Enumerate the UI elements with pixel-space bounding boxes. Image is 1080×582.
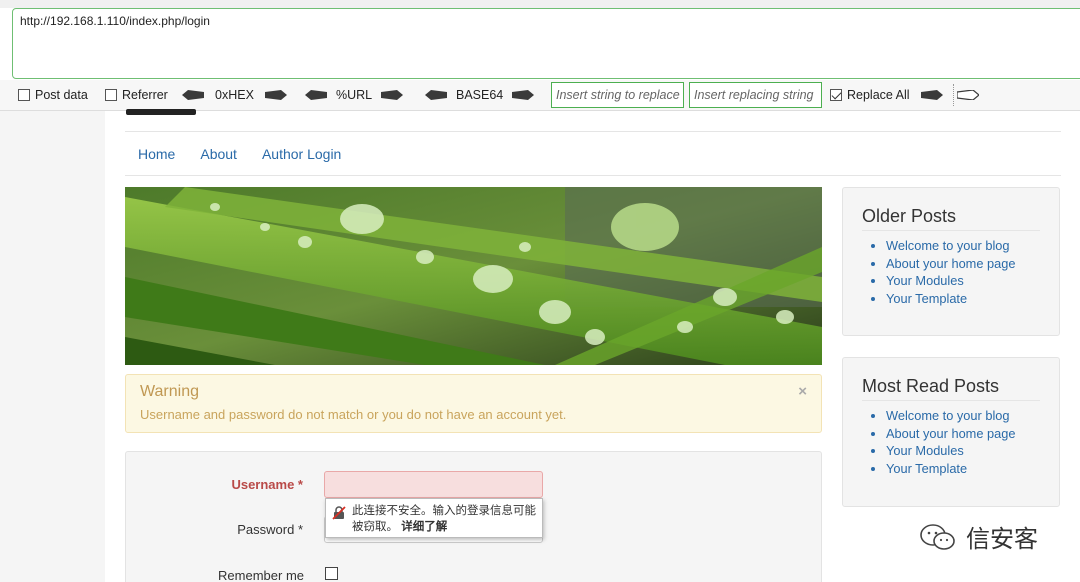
post-link[interactable]: Your Template — [886, 291, 967, 306]
replace-all-label: Replace All — [847, 88, 910, 102]
replacing-string-input[interactable]: Insert replacing string — [689, 82, 822, 108]
post-data-toggle[interactable]: Post data — [18, 88, 88, 102]
decode-url-arrow-icon[interactable] — [305, 90, 327, 100]
older-posts-widget: Older Posts Welcome to your blog About y… — [842, 187, 1060, 336]
username-label: Username * — [231, 477, 303, 492]
most-read-posts-widget: Most Read Posts Welcome to your blog Abo… — [842, 357, 1060, 507]
post-link[interactable]: Your Modules — [886, 273, 964, 288]
insecure-connection-tooltip: 此连接不安全。输入的登录信息可能被窃取。 详细了解 — [325, 498, 543, 538]
close-icon[interactable]: × — [798, 383, 807, 400]
list-item[interactable]: About your home page — [886, 425, 1040, 443]
nav-divider — [125, 175, 1061, 176]
replace-all-checkbox[interactable] — [830, 89, 842, 101]
hackbar-menu-strip — [0, 0, 1080, 8]
url-group: %URL — [305, 88, 404, 102]
list-item[interactable]: Welcome to your blog — [886, 237, 1040, 255]
warning-alert: Warning Username and password do not mat… — [125, 374, 822, 433]
list-item[interactable]: Welcome to your blog — [886, 407, 1040, 425]
older-posts-title: Older Posts — [862, 206, 1040, 231]
watermark-text: 信安客 — [966, 526, 1038, 553]
decode-hex-arrow-icon[interactable] — [182, 90, 204, 100]
warning-title: Warning — [140, 383, 199, 400]
decode-base64-arrow-icon[interactable] — [425, 90, 447, 100]
insert-string-input[interactable]: Insert string to replace — [551, 82, 684, 108]
banner-image — [125, 187, 822, 365]
username-input[interactable] — [324, 471, 543, 498]
list-item[interactable]: Your Modules — [886, 442, 1040, 460]
replace-all-toggle[interactable]: Replace All — [830, 88, 943, 102]
remember-me-checkbox[interactable] — [325, 567, 338, 580]
post-link[interactable]: Welcome to your blog — [886, 238, 1010, 253]
post-data-label: Post data — [35, 88, 88, 102]
post-link[interactable]: Your Template — [886, 461, 967, 476]
url-textarea[interactable]: http://192.168.1.110/index.php/login — [12, 8, 1080, 79]
site-title-cutoff — [126, 103, 206, 117]
encode-url-arrow-icon[interactable] — [381, 90, 404, 100]
nav-author-login[interactable]: Author Login — [262, 146, 341, 162]
page-left-gutter — [0, 111, 105, 582]
post-link[interactable]: About your home page — [886, 256, 1015, 271]
nav-home[interactable]: Home — [138, 146, 175, 162]
wechat-icon — [920, 523, 955, 550]
header-divider — [125, 131, 1061, 132]
post-link[interactable]: About your home page — [886, 426, 1015, 441]
url-encode-label: %URL — [336, 88, 373, 102]
hex-label: 0xHEX — [215, 88, 254, 102]
nav-about[interactable]: About — [200, 146, 237, 162]
post-link[interactable]: Your Modules — [886, 443, 964, 458]
referrer-checkbox[interactable] — [105, 89, 117, 101]
warning-message: Username and password do not match or yo… — [140, 407, 567, 422]
learn-more-link[interactable]: 详细了解 — [401, 521, 447, 533]
base64-group: BASE64 — [425, 88, 535, 102]
remember-me-label: Remember me — [218, 568, 304, 582]
wechat-watermark: 信安客 — [918, 519, 1038, 554]
toolbar-separator — [953, 84, 954, 106]
post-data-checkbox[interactable] — [18, 89, 30, 101]
most-read-posts-title: Most Read Posts — [862, 376, 1040, 401]
encode-hex-arrow-icon[interactable] — [264, 90, 287, 100]
list-item[interactable]: Your Template — [886, 460, 1040, 478]
encode-base64-arrow-icon[interactable] — [512, 90, 535, 100]
list-item[interactable]: Your Modules — [886, 272, 1040, 290]
referrer-label: Referrer — [122, 88, 168, 102]
execute-arrow-icon[interactable] — [957, 90, 979, 100]
base64-label: BASE64 — [456, 88, 504, 102]
post-link[interactable]: Welcome to your blog — [886, 408, 1010, 423]
hex-group: 0xHEX — [182, 88, 287, 102]
main-nav: Home About Author Login — [138, 146, 341, 162]
insecure-lock-icon — [332, 506, 346, 520]
grass-dewdrops-image — [125, 187, 822, 365]
list-item[interactable]: About your home page — [886, 255, 1040, 273]
referrer-toggle[interactable]: Referrer — [105, 88, 168, 102]
list-item[interactable]: Your Template — [886, 290, 1040, 308]
password-label: Password * — [237, 522, 303, 537]
replace-arrow-icon[interactable] — [920, 90, 943, 100]
